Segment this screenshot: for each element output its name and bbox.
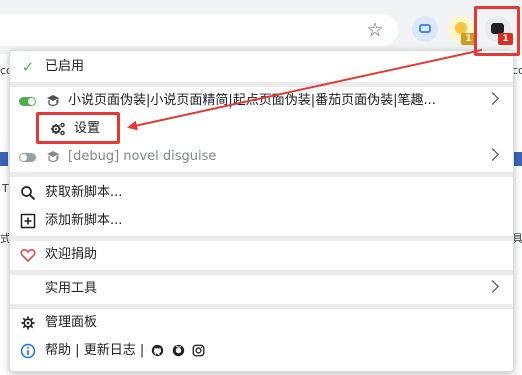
annotation-arrow xyxy=(127,49,483,131)
